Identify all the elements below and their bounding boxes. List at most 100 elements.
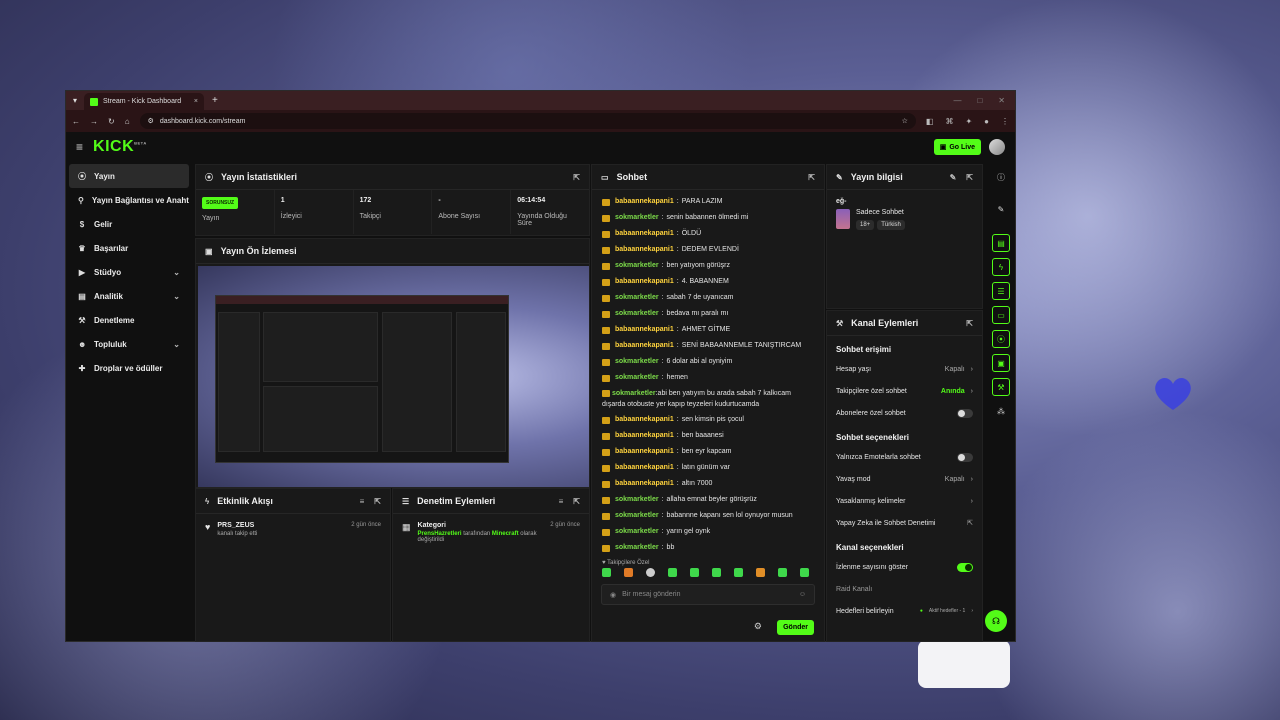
sidebar-item-community[interactable]: ☻ Topluluk ⌄ [69,332,189,356]
followers-only-row[interactable]: Takipçilere özel sohbet Anında › [827,380,982,402]
emote-icon[interactable] [778,568,787,577]
kick-logo[interactable]: KICKBETA [93,138,147,156]
emote-icon[interactable] [646,568,655,577]
close-window-icon[interactable]: ✕ [998,96,1005,105]
help-headset-button[interactable]: ☊ [985,610,1007,632]
chat-username[interactable]: babaannekapani1 [615,428,674,444]
extensions-puzzle-icon[interactable]: ✦ [965,117,972,126]
chat-username[interactable]: babaannekapani1 [615,444,674,460]
stream-preview[interactable] [198,266,589,487]
sidebar-item-income[interactable]: $ Gelir [69,212,189,236]
forward-icon[interactable]: → [90,117,98,126]
popout-icon[interactable]: ⇱ [966,173,973,182]
send-button[interactable]: Gönder [777,620,814,635]
home-icon[interactable]: ⌂ [125,117,130,126]
subs-only-toggle[interactable] [957,408,973,418]
emote-icon[interactable] [800,568,809,577]
bookmark-star-icon[interactable]: ☆ [902,117,908,125]
popout-icon[interactable]: ⇱ [573,173,580,182]
profile-icon[interactable]: ● [984,117,989,126]
broadcast-widget-icon[interactable]: ⦿ [992,330,1010,348]
chat-username[interactable]: sokmarketler [615,540,659,556]
emote-icon[interactable] [756,568,765,577]
popout-icon[interactable]: ⇱ [808,173,815,182]
chat-username[interactable]: sokmarketler [615,492,659,508]
chat-username[interactable]: sokmarketler [615,210,659,226]
emote-icon[interactable] [668,568,677,577]
chat-username[interactable]: babaannekapani1 [615,338,674,354]
show-viewers-toggle[interactable] [957,562,973,572]
layout-icon[interactable]: ⁂ [992,402,1010,420]
hamburger-menu-icon[interactable]: ≡ [76,140,83,154]
sidebar-item-drops[interactable]: ✚ Droplar ve ödüller [69,356,189,380]
sidebar-item-stream-key[interactable]: ⚲ Yayın Bağlantısı ve Anahtarı [69,188,189,212]
goals-row[interactable]: Hedefleri belirleyin ● Aktif hedefler - 1 › [827,600,982,622]
url-input[interactable]: ⚙ dashboard.kick.com/stream ☆ [139,113,916,129]
chat-username[interactable]: babaannekapani1 [615,274,674,290]
new-tab-icon[interactable]: + [204,95,226,106]
chat-username[interactable]: sokmarketler [615,306,659,322]
wrench-widget-icon[interactable]: ⚒ [992,378,1010,396]
list-widget-icon[interactable]: ☰ [992,282,1010,300]
reload-icon[interactable]: ↻ [108,117,115,126]
popout-icon[interactable]: ⇱ [374,497,381,506]
popout-icon[interactable]: ⇱ [573,497,580,506]
chat-username[interactable]: sokmarketler [615,290,659,306]
stats-widget-icon[interactable]: ▤ [992,234,1010,252]
chat-username[interactable]: sokmarketler [615,258,659,274]
extension-icon[interactable]: ◧ [926,117,934,126]
sidebar-item-moderation[interactable]: ⚒ Denetleme [69,308,189,332]
avatar[interactable] [989,139,1005,155]
chat-username[interactable]: babaannekapani1 [615,460,674,476]
chat-username[interactable]: babaannekapani1 [615,412,674,428]
browser-tab[interactable]: Stream - Kick Dashboard × [84,93,204,110]
chat-username[interactable]: sokmarketler [615,524,659,540]
chat-username[interactable]: babaannekapani1 [615,242,674,258]
chat-username[interactable]: sokmarketler [615,508,659,524]
edit-icon[interactable]: ✎ [950,173,957,182]
sidebar-item-yayin[interactable]: ⦿ Yayın [69,164,189,188]
chat-username[interactable]: sokmarketler [612,390,656,397]
raid-row[interactable]: Raid Kanalı [827,578,982,600]
browser-menu-icon[interactable]: ⋮ [1001,117,1009,126]
filter-icon[interactable]: ≡ [360,497,365,506]
close-icon[interactable]: × [194,98,198,105]
chat-username[interactable]: sokmarketler [615,354,659,370]
back-icon[interactable]: ← [72,117,80,126]
banned-words-row[interactable]: Yasaklanmış kelimeler › [827,490,982,512]
chat-username[interactable]: babaannekapani1 [615,322,674,338]
maximize-icon[interactable]: □ [977,96,982,105]
site-info-icon[interactable]: ⚙ [148,117,154,125]
edit-icon[interactable]: ✎ [992,200,1010,218]
account-age-row[interactable]: Hesap yaşı Kapalı › [827,358,982,380]
filter-icon[interactable]: ≡ [559,497,564,506]
lightning-widget-icon[interactable]: ϟ [992,258,1010,276]
emoji-icon[interactable]: ☺ [799,591,806,598]
sidebar-item-studio[interactable]: ▶ Stüdyo ⌄ [69,260,189,284]
emotes-only-toggle[interactable] [957,452,973,462]
sidebar-item-achievements[interactable]: ♛ Başarılar [69,236,189,260]
emote-icon[interactable] [624,568,633,577]
ai-moderation-row[interactable]: Yapay Zeka ile Sohbet Denetimi ⇱ [827,512,982,534]
tab-search-icon[interactable]: ▾ [66,96,84,105]
chat-widget-icon[interactable]: ▭ [992,306,1010,324]
emote-icon[interactable] [602,568,611,577]
settings-gear-icon[interactable]: ⚙ [754,621,762,632]
chat-username[interactable]: babaannekapani1 [615,476,674,492]
chat-username[interactable]: babaannekapani1 [615,194,674,210]
moderation-panel: ☰ Denetim Eylemleri ≡ ⇱ ▦ Kategori PrensH… [392,488,590,642]
sidebar-item-analytics[interactable]: ▤ Analitik ⌄ [69,284,189,308]
popout-icon[interactable]: ⇱ [966,319,973,328]
go-live-button[interactable]: ▣ Go Live [933,139,981,155]
info-widget-icon[interactable]: ▣ [992,354,1010,372]
chat-input[interactable]: ◉ Bir mesaj gönderin ☺ [601,584,815,605]
slow-mode-row[interactable]: Yavaş mod Kapalı › [827,468,982,490]
emote-icon[interactable] [734,568,743,577]
minimize-icon[interactable]: — [953,96,961,105]
info-icon[interactable]: ⓘ [992,168,1010,186]
emote-icon[interactable] [690,568,699,577]
emote-icon[interactable] [712,568,721,577]
chat-username[interactable]: babaannekapani1 [615,226,674,242]
chat-username[interactable]: sokmarketler [615,370,659,386]
translate-icon[interactable]: ⌘ [945,117,953,126]
